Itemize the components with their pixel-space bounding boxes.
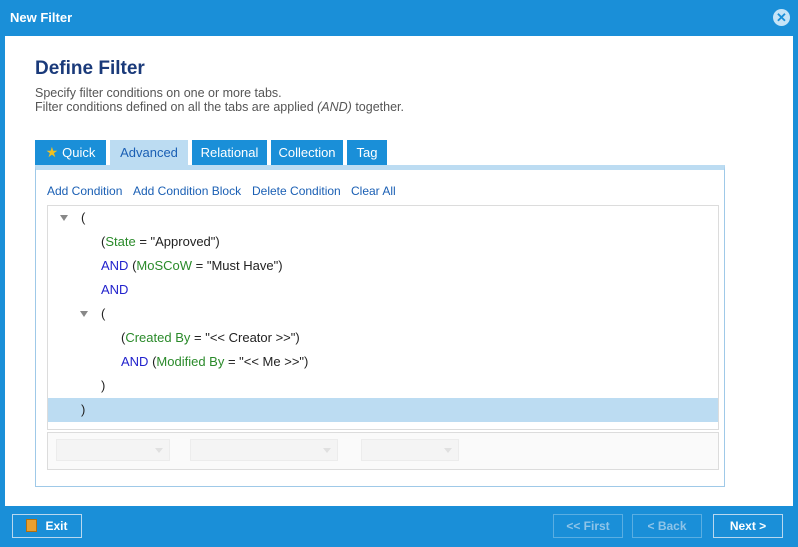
operator-select[interactable]: [190, 439, 338, 461]
clear-all-link[interactable]: Clear All: [351, 184, 396, 198]
advanced-panel: Add Condition Add Condition Block Delete…: [35, 165, 725, 487]
footer-bar: Exit << First < Back Next >: [0, 506, 798, 547]
field-select[interactable]: [56, 439, 170, 461]
new-filter-dialog: New Filter ✕ Define Filter Specify filte…: [0, 0, 798, 547]
chevron-down-icon: [323, 448, 331, 453]
tree-row[interactable]: AND (Modified By = "<< Me >>"): [48, 350, 718, 374]
star-icon: ★: [45, 144, 59, 160]
tab-tag[interactable]: Tag: [347, 140, 387, 165]
tree-row[interactable]: AND: [48, 278, 718, 302]
tree-row[interactable]: ): [48, 374, 718, 398]
tree-row[interactable]: (Created By = "<< Creator >>"): [48, 326, 718, 350]
first-button[interactable]: << First: [553, 514, 623, 538]
value-select[interactable]: [361, 439, 459, 461]
tree-row[interactable]: AND (MoSCoW = "Must Have"): [48, 254, 718, 278]
collapse-triangle-icon[interactable]: [80, 311, 88, 317]
tab-collection[interactable]: Collection: [271, 140, 343, 165]
close-icon[interactable]: ✕: [773, 9, 790, 26]
delete-condition-link[interactable]: Delete Condition: [252, 184, 341, 198]
tree-row[interactable]: (: [48, 302, 718, 326]
dialog-title: New Filter: [10, 10, 73, 25]
dialog-content: Define Filter Specify filter conditions …: [5, 36, 793, 506]
description-line-1: Specify filter conditions on one or more…: [35, 86, 282, 100]
condition-tree: ( (State = "Approved") AND (MoSCoW = "Mu…: [47, 205, 719, 430]
tree-row[interactable]: (State = "Approved"): [48, 230, 718, 254]
back-button[interactable]: < Back: [632, 514, 702, 538]
add-condition-link[interactable]: Add Condition: [47, 184, 122, 198]
chevron-down-icon: [155, 448, 163, 453]
next-button[interactable]: Next >: [713, 514, 783, 538]
tab-quick[interactable]: ★ Quick: [35, 140, 106, 165]
tab-advanced[interactable]: Advanced: [110, 140, 188, 165]
chevron-down-icon: [444, 448, 452, 453]
condition-editor: [47, 432, 719, 470]
description-line-2: Filter conditions defined on all the tab…: [35, 100, 404, 114]
collapse-triangle-icon[interactable]: [60, 215, 68, 221]
page-title: Define Filter: [35, 58, 145, 79]
exit-button[interactable]: Exit: [12, 514, 82, 538]
exit-door-icon: [26, 519, 38, 532]
description: Specify filter conditions on one or more…: [35, 86, 404, 114]
tab-relational[interactable]: Relational: [192, 140, 267, 165]
tree-row[interactable]: (: [48, 206, 718, 230]
title-bar: New Filter ✕: [0, 0, 798, 36]
tree-row-selected[interactable]: ): [48, 398, 718, 422]
add-condition-block-link[interactable]: Add Condition Block: [133, 184, 241, 198]
